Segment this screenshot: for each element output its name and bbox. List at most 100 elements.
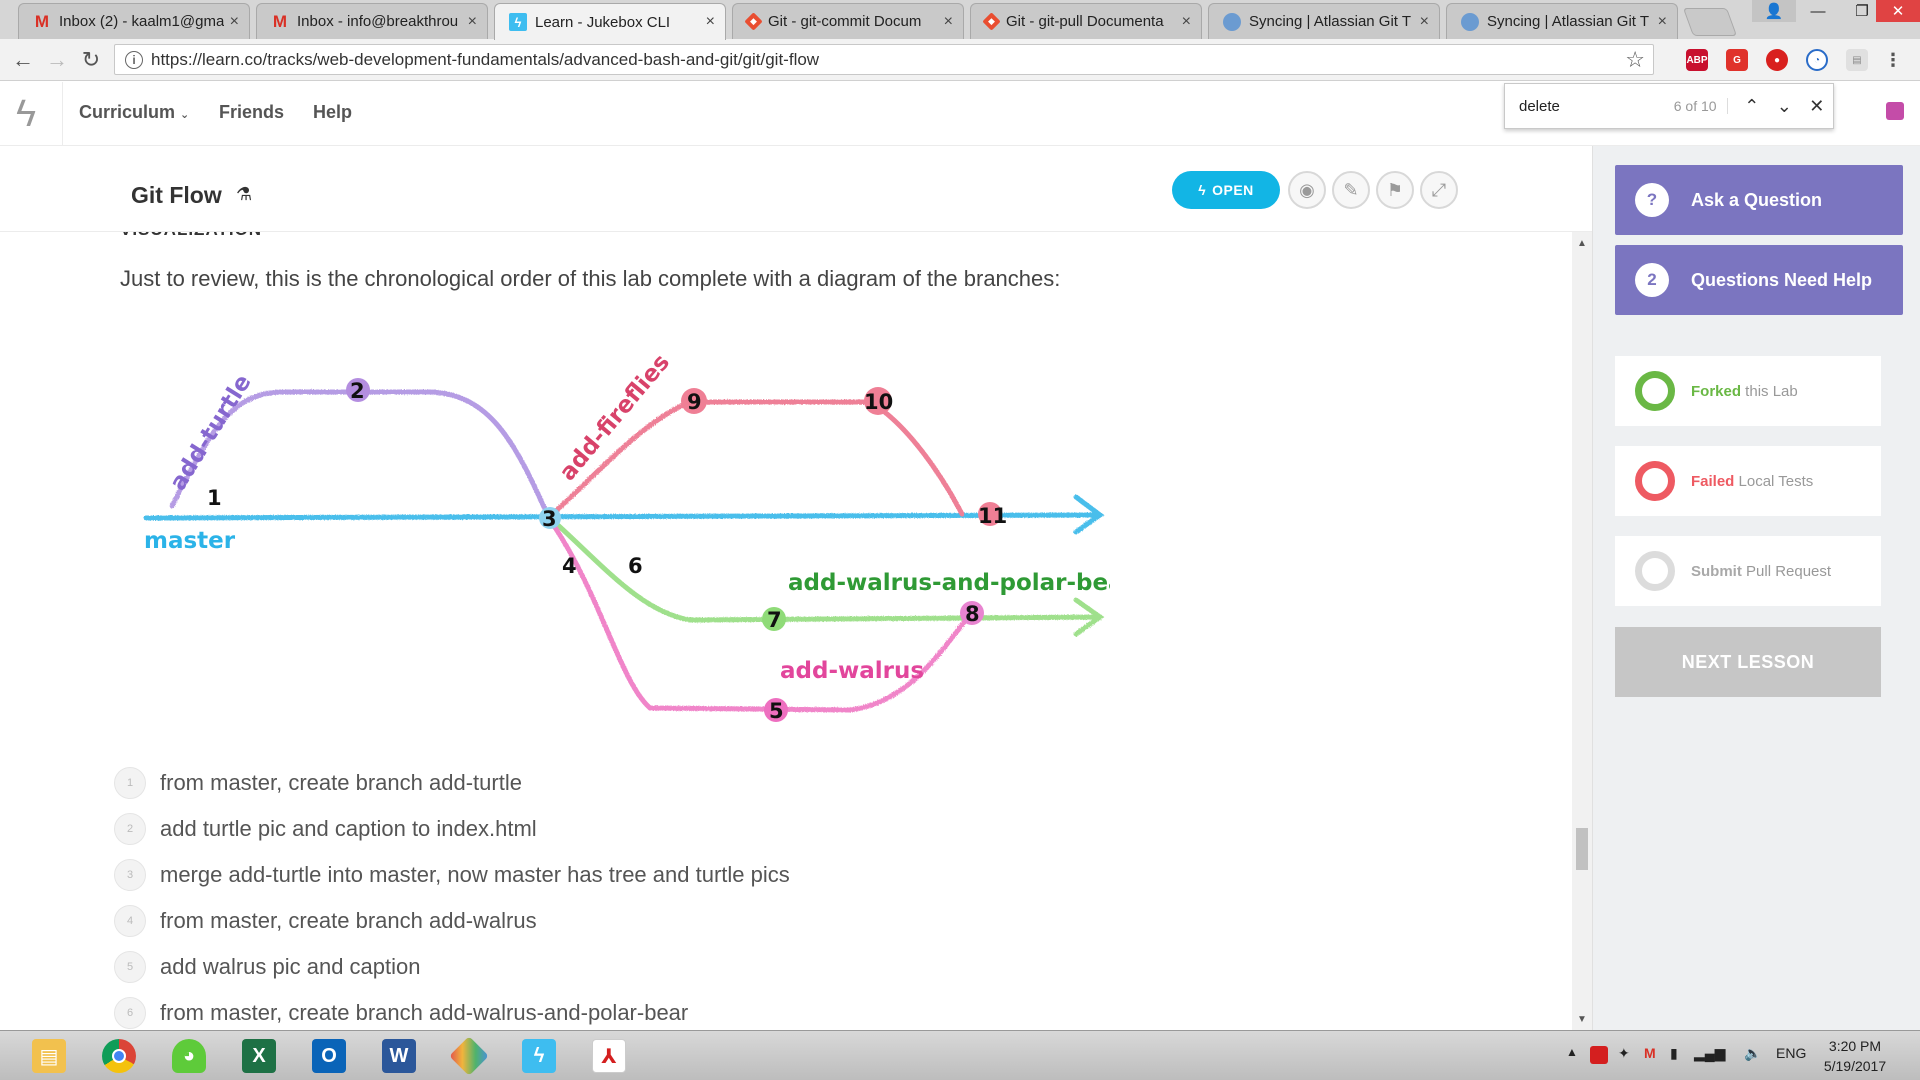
step-number: 4 — [114, 905, 146, 937]
find-close-icon[interactable]: ✕ — [1801, 96, 1833, 117]
status-failed-text: Failed Local Tests — [1691, 473, 1813, 490]
branch-label-master: master — [144, 528, 236, 554]
failed-status-icon — [1635, 461, 1675, 501]
node-5-label: 5 — [769, 699, 784, 723]
chrome-menu-icon[interactable]: ⋮ — [1882, 49, 1904, 71]
show-hidden-icons-icon[interactable]: ▲ — [1566, 1045, 1578, 1059]
find-input[interactable]: delete — [1519, 98, 1672, 115]
github-icon[interactable]: ◉ — [1288, 171, 1326, 209]
ask-question-button[interactable]: ? Ask a Question — [1615, 165, 1903, 235]
learn-app-icon[interactable]: ϟ — [508, 1035, 570, 1077]
taskbar-clock[interactable]: 3:20 PM 5/19/2017 — [1815, 1036, 1895, 1076]
tab-atlassian-syncing-1[interactable]: Syncing | Atlassian Git T × — [1208, 3, 1440, 39]
node-9-label: 9 — [687, 390, 702, 414]
browser-toolbar: ← → ↻ i https://learn.co/tracks/web-deve… — [0, 39, 1920, 81]
minimize-button[interactable]: — — [1796, 0, 1840, 22]
learn-icon: ϟ — [509, 13, 527, 31]
nav-help[interactable]: Help — [313, 102, 352, 123]
flag-icon[interactable]: ⚑ — [1376, 171, 1414, 209]
status-submit-rest: Pull Request — [1741, 562, 1832, 580]
extension-red-icon[interactable]: ● — [1766, 49, 1788, 71]
lesson-header: Git Flow ⚗ ϟ OPEN ◉ ✎ ⚑ ⤢ — [0, 146, 1592, 232]
extension-gray-icon[interactable]: ▤ — [1846, 49, 1868, 71]
windows-taskbar: ▤ ◕ X O W ϟ ⅄ ▲ ✦ M ▮ ▂▄▆ 🔈 ENG 3:20 PM … — [0, 1030, 1920, 1080]
node-2-label: 2 — [350, 379, 365, 403]
tab-gmail-inbox-2[interactable]: M Inbox - info@breakthrou × — [256, 3, 488, 39]
word-icon[interactable]: W — [368, 1035, 430, 1077]
find-previous-icon[interactable]: ⌃ — [1736, 96, 1768, 117]
chrome-icon[interactable] — [88, 1035, 150, 1077]
tab-label: Git - git-commit Docum — [768, 13, 922, 30]
scroll-up-icon[interactable]: ▲ — [1577, 238, 1587, 249]
status-forked[interactable]: Forked this Lab — [1615, 356, 1881, 426]
tab-gmail-inbox-1[interactable]: M Inbox (2) - kaalm1@gma × — [18, 3, 250, 39]
file-explorer-icon[interactable]: ▤ — [18, 1035, 80, 1077]
node-3-label: 3 — [542, 507, 557, 531]
site-info-icon[interactable]: i — [125, 50, 143, 69]
tray-dropbox-icon[interactable]: ✦ — [1618, 1045, 1630, 1062]
list-item: 4 from master, create branch add-walrus — [114, 898, 790, 944]
status-forked-text: Forked this Lab — [1691, 383, 1798, 400]
excel-icon[interactable]: X — [228, 1035, 290, 1077]
acrobat-icon[interactable]: ⅄ — [578, 1035, 640, 1077]
nav-friends[interactable]: Friends — [219, 102, 284, 123]
extension-blue-icon[interactable]: ◔ — [1806, 49, 1828, 71]
learn-logo-icon[interactable]: ϟ — [16, 94, 46, 134]
android-icon[interactable]: ◕ — [158, 1035, 220, 1077]
tray-acrobat-icon[interactable] — [1590, 1046, 1608, 1064]
step-text: from master, create branch add-walrus — [160, 908, 537, 933]
tray-network-icon[interactable]: ▂▄▆ — [1694, 1045, 1725, 1062]
tab-learn-jukebox[interactable]: ϟ Learn - Jukebox CLI × — [494, 3, 726, 40]
chevron-down-icon: ⌄ — [180, 109, 190, 121]
tab-git-commit[interactable]: ◆ Git - git-commit Docum × — [732, 3, 964, 39]
scrollbar-thumb[interactable] — [1576, 828, 1588, 870]
gmail-icon: M — [272, 11, 288, 31]
back-button[interactable]: ← — [10, 47, 36, 73]
close-tab-icon[interactable]: × — [230, 13, 239, 31]
close-tab-icon[interactable]: × — [706, 13, 715, 31]
edit-icon[interactable]: ✎ — [1332, 171, 1370, 209]
node-6-label: 6 — [628, 554, 643, 578]
tray-language[interactable]: ENG — [1776, 1045, 1806, 1061]
clock-date: 5/19/2017 — [1823, 1058, 1887, 1074]
profile-icon[interactable]: 👤 — [1752, 0, 1796, 22]
find-next-icon[interactable]: ⌄ — [1768, 96, 1800, 117]
status-failed[interactable]: Failed Local Tests — [1615, 446, 1881, 516]
close-window-button[interactable]: ✕ — [1876, 0, 1920, 22]
fullscreen-icon[interactable]: ⤢ — [1420, 171, 1458, 209]
avatar[interactable] — [1886, 102, 1904, 120]
nav-curriculum-label: Curriculum — [79, 102, 176, 122]
open-lab-button[interactable]: ϟ OPEN — [1172, 171, 1280, 209]
close-tab-icon[interactable]: × — [944, 13, 953, 31]
new-tab-button[interactable] — [1682, 8, 1738, 36]
app-icon[interactable] — [438, 1035, 500, 1077]
tray-battery-icon[interactable]: ▮ — [1670, 1045, 1678, 1062]
tab-atlassian-syncing-2[interactable]: Syncing | Atlassian Git T × — [1446, 3, 1678, 39]
close-tab-icon[interactable]: × — [468, 13, 477, 31]
node-4-label: 4 — [562, 554, 577, 578]
questions-need-help-button[interactable]: 2 Questions Need Help — [1615, 245, 1903, 315]
next-lesson-button[interactable]: NEXT LESSON — [1615, 627, 1881, 697]
gmail-icon: M — [34, 11, 50, 31]
close-tab-icon[interactable]: × — [1658, 13, 1667, 31]
address-bar[interactable]: i https://learn.co/tracks/web-developmen… — [114, 44, 1654, 75]
status-submit[interactable]: Submit Pull Request — [1615, 536, 1881, 606]
content-scrollbar[interactable]: ▲ ▼ — [1572, 232, 1592, 1030]
node-7-label: 7 — [767, 608, 782, 632]
nav-curriculum[interactable]: Curriculum ⌄ — [79, 102, 189, 123]
outlook-icon[interactable]: O — [298, 1035, 360, 1077]
close-tab-icon[interactable]: × — [1182, 13, 1191, 31]
step-text: merge add-turtle into master, now master… — [160, 862, 790, 887]
tray-volume-icon[interactable]: 🔈 — [1744, 1045, 1761, 1062]
bookmark-star-icon[interactable]: ☆ — [1625, 47, 1645, 73]
reload-button[interactable]: ↻ — [78, 47, 104, 73]
step-text: from master, create branch add-turtle — [160, 770, 522, 795]
tray-gmail-icon[interactable]: M — [1644, 1045, 1656, 1061]
grammarly-icon[interactable]: G — [1726, 49, 1748, 71]
adblock-icon[interactable]: ABP — [1686, 49, 1708, 71]
close-tab-icon[interactable]: × — [1420, 13, 1429, 31]
forward-button[interactable]: → — [44, 47, 70, 73]
tab-git-pull[interactable]: ◆ Git - git-pull Documenta × — [970, 3, 1202, 39]
lesson-title: Git Flow — [131, 182, 222, 208]
scroll-down-icon[interactable]: ▼ — [1577, 1014, 1587, 1025]
